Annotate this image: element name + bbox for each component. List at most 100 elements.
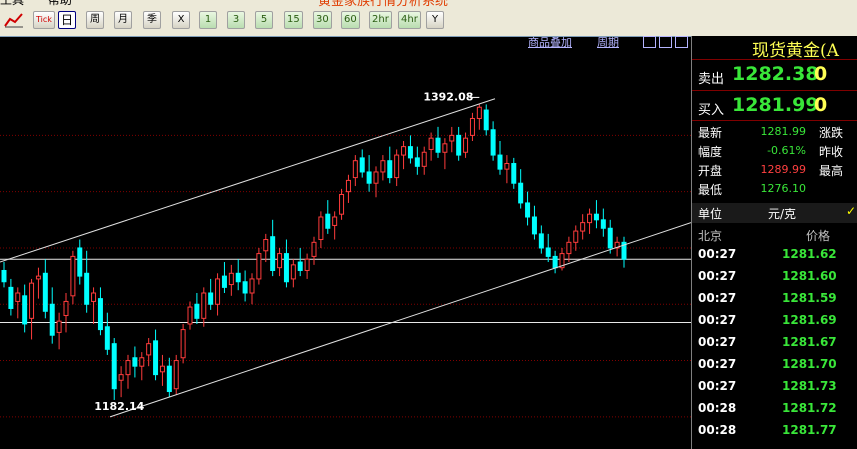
candle-body <box>607 227 613 249</box>
chart-type-icon[interactable] <box>4 12 24 28</box>
period-30min-button[interactable]: 30 <box>313 11 332 29</box>
stat-row: 幅度 -0.61% 昨收 <box>692 141 857 160</box>
period-15min-button[interactable]: 15 <box>284 11 303 29</box>
period-60min-button[interactable]: 60 <box>341 11 360 29</box>
candle-body <box>42 272 48 312</box>
candle-body <box>566 241 572 255</box>
high-price-label: 1392.08 <box>423 90 473 103</box>
chart-menu-button[interactable] <box>675 36 688 48</box>
tick-price: 1281.69 <box>782 313 837 327</box>
low-price-label: 1182.14 <box>94 400 144 413</box>
stat-value: -0.61% <box>767 144 806 157</box>
candle-body <box>380 160 386 173</box>
candle-body <box>228 272 234 286</box>
candle-body <box>421 151 427 167</box>
period-day-button[interactable]: 日 <box>58 11 77 29</box>
candle-body <box>339 193 345 215</box>
period-week-button[interactable]: 周 <box>86 11 104 29</box>
check-icon: ✓ <box>846 204 857 218</box>
unit-label: 单位 <box>698 207 723 221</box>
candle-body <box>490 129 496 156</box>
candle-body <box>104 326 110 350</box>
tick-price: 1281.59 <box>782 291 837 305</box>
buy-row: 买入 1281.99 0 <box>692 92 857 120</box>
period-2hr-button[interactable]: 2hr <box>369 11 392 29</box>
period-link[interactable]: 周期 <box>597 36 619 49</box>
candle-body <box>345 179 351 193</box>
unit-value: 元/克 <box>768 207 797 221</box>
candle-body <box>325 213 331 229</box>
period-5min-button[interactable]: 5 <box>255 11 273 29</box>
tick-price-header: 价格 <box>806 229 831 243</box>
candle-body <box>587 213 593 224</box>
toolbar: 工具 帮助 黄金家族行情分析系统 Tick 日周月季 X 1 3 5 15 30 60 2hr 4h… <box>0 0 857 37</box>
period-4hr-button[interactable]: 4hr <box>398 11 421 29</box>
stat-right-label: 涨跌 <box>819 126 844 140</box>
candle-body <box>283 253 289 283</box>
candle-body <box>35 275 41 280</box>
candle-body <box>125 360 131 376</box>
period-year-button[interactable]: Y <box>426 11 444 29</box>
stat-label: 幅度 <box>698 145 723 159</box>
period-month-button[interactable]: 月 <box>114 11 132 29</box>
period-custom-button[interactable]: X <box>172 11 190 29</box>
tick-row: 00:27 1281.62 <box>692 243 857 265</box>
tick-time: 00:27 <box>698 247 737 261</box>
candle-body <box>525 202 531 218</box>
candle-body <box>580 222 586 232</box>
candlestick-chart[interactable]: 1392.08 1182.14 <box>0 50 691 449</box>
candle-body <box>201 292 207 319</box>
candle-body <box>153 340 159 376</box>
menu-tools[interactable]: 工具 <box>0 0 24 7</box>
trend-line-upper <box>0 98 496 263</box>
candle-body <box>270 236 276 271</box>
candle-body <box>15 292 21 302</box>
tick-button[interactable]: Tick <box>33 11 55 29</box>
tick-price: 1281.72 <box>782 401 837 415</box>
tick-row: 00:27 1281.67 <box>692 331 857 353</box>
period-quarter-button[interactable]: 季 <box>143 11 161 29</box>
candle-body <box>504 163 510 170</box>
scroll-right-button[interactable] <box>659 36 672 48</box>
candle-body <box>263 239 269 252</box>
stat-row: 最新 1281.99 涨跌 <box>692 122 857 141</box>
period-1min-button[interactable]: 1 <box>199 11 217 29</box>
candle-body <box>256 253 262 280</box>
candle-body <box>511 163 517 184</box>
candle-body <box>187 306 193 325</box>
tick-row: 00:28 1281.72 <box>692 397 857 419</box>
divider <box>692 90 857 91</box>
tick-row: 00:27 1281.59 <box>692 287 857 309</box>
candle-body <box>173 360 179 390</box>
stat-right-label: 昨收 <box>819 145 844 159</box>
candle-body <box>29 282 35 319</box>
sell-row: 卖出 1282.38 0 <box>692 61 857 89</box>
candle-body <box>97 298 103 331</box>
scroll-left-button[interactable] <box>643 36 656 48</box>
menu-help[interactable]: 帮助 <box>48 0 72 7</box>
tick-row: 00:27 1281.60 <box>692 265 857 287</box>
overlay-link[interactable]: 商品叠加 <box>528 36 572 49</box>
candle-body <box>70 255 76 297</box>
candle-body <box>518 182 524 204</box>
period-3min-button[interactable]: 3 <box>227 11 245 29</box>
stat-label: 开盘 <box>698 164 723 178</box>
unit-row[interactable]: 单位 元/克 ✓ <box>692 203 857 223</box>
candle-body <box>235 272 241 283</box>
buy-price: 1281.99 <box>732 94 819 116</box>
candle-body <box>118 374 124 381</box>
stat-label: 最新 <box>698 126 723 140</box>
candle-body <box>63 300 69 317</box>
divider <box>692 59 857 60</box>
candle-body <box>483 109 489 131</box>
candle-body <box>146 343 152 356</box>
tick-price: 1281.60 <box>782 269 837 283</box>
tick-row: 00:27 1281.69 <box>692 309 857 331</box>
candle-body <box>221 275 227 288</box>
candle-body <box>132 357 138 367</box>
tick-row: 00:28 1281.77 <box>692 419 857 441</box>
chart-header: 商品叠加 周期 <box>0 36 691 50</box>
candle-body <box>242 281 248 294</box>
candle-body <box>573 230 579 243</box>
candle-body <box>456 134 462 156</box>
